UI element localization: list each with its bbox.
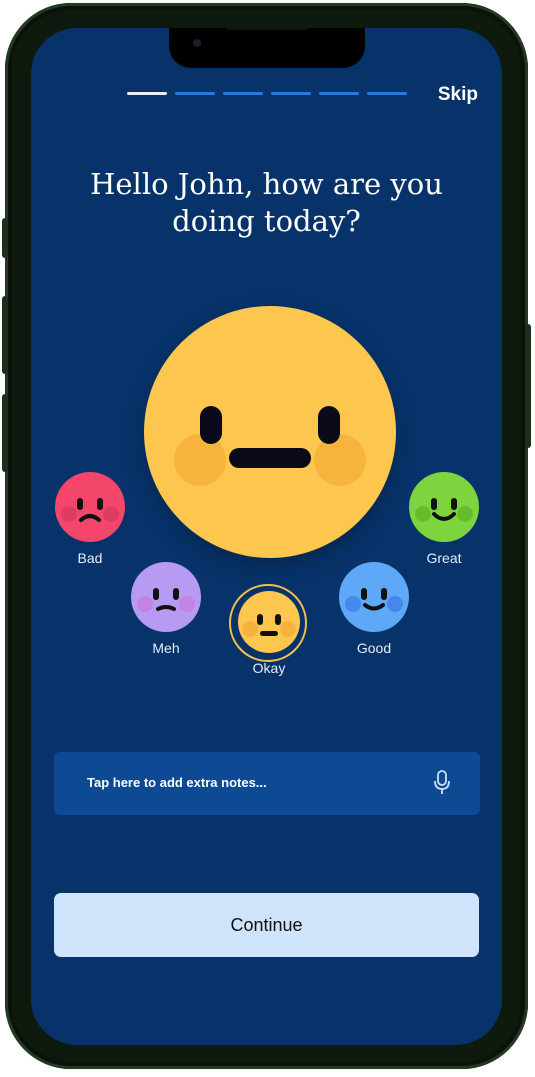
progress-segment	[367, 92, 407, 95]
skip-button[interactable]: Skip	[438, 84, 478, 106]
mood-option-okay[interactable]: Okay	[229, 584, 309, 676]
smile-face-icon	[339, 562, 409, 632]
notes-input[interactable]: Tap here to add extra notes...	[54, 752, 480, 815]
continue-button[interactable]: Continue	[54, 893, 479, 957]
mood-option-meh[interactable]: Meh	[130, 562, 202, 656]
mouth	[229, 448, 311, 468]
notch	[169, 28, 365, 68]
mood-option-great[interactable]: Great	[408, 472, 480, 566]
selected-mood-face-icon	[144, 306, 396, 558]
front-camera	[193, 39, 201, 47]
microphone-icon[interactable]	[434, 770, 450, 801]
power-button	[525, 324, 531, 448]
progress-segment	[175, 92, 215, 95]
volume-down-button	[2, 394, 8, 472]
progress-segment	[271, 92, 311, 95]
volume-up-button	[2, 296, 8, 374]
mood-option-good[interactable]: Good	[338, 562, 410, 656]
mood-option-bad[interactable]: Bad	[54, 472, 126, 566]
mood-label: Good	[356, 640, 392, 656]
page-title: Hello John, how are you doing today?	[90, 167, 443, 238]
mood-label: Great	[426, 550, 462, 566]
eye	[200, 406, 222, 444]
mood-label: Meh	[152, 640, 180, 656]
mood-label: Okay	[252, 660, 286, 676]
cheek	[174, 434, 226, 486]
mood-label: Bad	[77, 550, 103, 566]
meh-face-icon	[131, 562, 201, 632]
app-screen: Skip Hello John, how are you doing today…	[31, 28, 502, 1045]
mute-switch	[2, 218, 8, 258]
progress-segment	[223, 92, 263, 95]
step-progress	[127, 92, 407, 95]
speaker	[225, 28, 309, 30]
happy-face-icon	[409, 472, 479, 542]
eye	[318, 406, 340, 444]
sad-face-icon	[55, 472, 125, 542]
progress-segment	[319, 92, 359, 95]
neutral-face-icon	[238, 591, 300, 653]
progress-segment-active	[127, 92, 167, 95]
notes-placeholder: Tap here to add extra notes...	[87, 775, 267, 790]
